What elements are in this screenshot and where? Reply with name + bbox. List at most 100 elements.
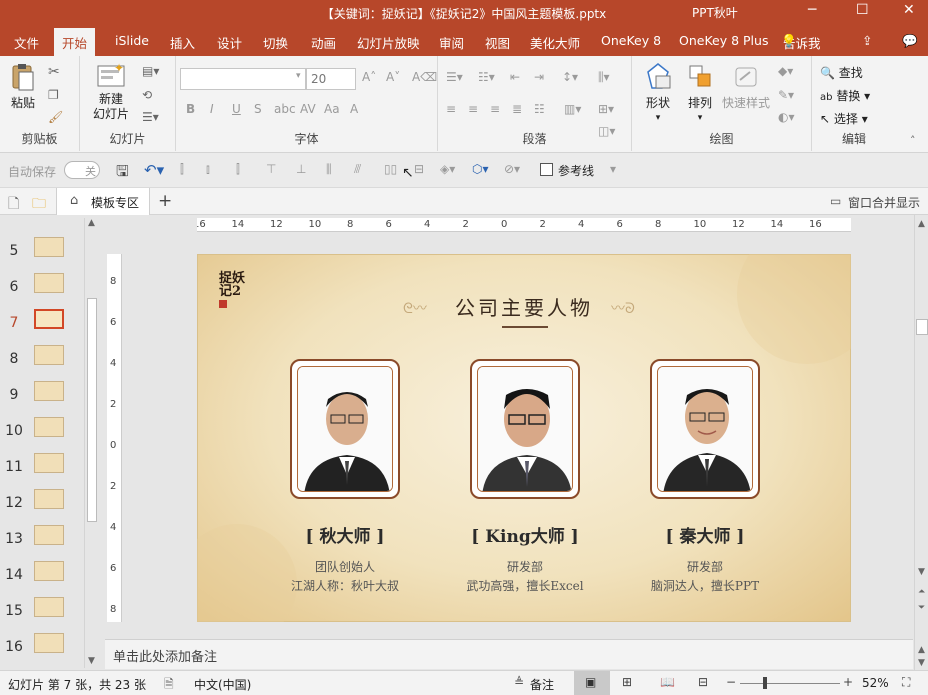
shapes-button[interactable]: 形状 ▾	[638, 62, 678, 126]
add-tab-button[interactable]: +	[158, 191, 172, 211]
person-name[interactable]: [ King大师 ]	[445, 522, 605, 547]
find-button[interactable]: 🔍 查找	[820, 64, 863, 81]
justify-icon[interactable]: ≣	[512, 102, 522, 116]
collapse-ribbon-icon[interactable]: ˄	[910, 134, 916, 147]
shape-fill-icon[interactable]: ◆▾	[778, 64, 793, 78]
shape-effects-icon[interactable]: ◐▾	[778, 110, 795, 124]
section-icon[interactable]: ☰▾	[142, 110, 159, 124]
language-indicator[interactable]: 中文(中国)	[194, 676, 251, 693]
previous-slide-icon[interactable]: ⏶	[918, 587, 925, 597]
thumbnail-scrollbar[interactable]: ▲ ▼	[84, 218, 98, 668]
font-format-button-4[interactable]: abc	[274, 102, 296, 116]
minimize-button[interactable]: ─	[808, 2, 816, 18]
line-spacing-icon[interactable]: ↕▾	[562, 70, 578, 84]
align-top-objects-icon[interactable]: ⊤	[266, 162, 276, 176]
distribute-v-icon[interactable]: ⫻	[354, 162, 361, 177]
numbering-icon[interactable]: ☷▾	[478, 70, 495, 84]
zoom-out-button[interactable]: −	[726, 675, 736, 689]
columns-icon[interactable]: ▥▾	[564, 102, 581, 116]
zoom-slider-thumb[interactable]	[763, 677, 767, 689]
tab-0[interactable]: 文件	[14, 33, 39, 52]
tab-7[interactable]: 幻灯片放映	[357, 33, 420, 52]
cut-icon[interactable]: ✂	[48, 64, 60, 80]
decrease-indent-icon[interactable]: ⇤	[510, 70, 520, 84]
align-left-icon[interactable]: ≡	[446, 102, 456, 116]
tab-9[interactable]: 视图	[485, 33, 510, 52]
tab-2[interactable]: iSlide	[115, 33, 149, 48]
tab-11[interactable]: OneKey 8	[601, 33, 661, 48]
layout-icon[interactable]: ▤▾	[142, 64, 159, 78]
font-name-field[interactable]	[180, 68, 306, 90]
scroll-up-icon[interactable]: ▲	[88, 218, 95, 228]
align-right-icon[interactable]: ≡	[490, 102, 500, 116]
zoom-in-button[interactable]: +	[843, 675, 853, 689]
guides-checkbox[interactable]	[540, 163, 553, 176]
reset-icon[interactable]: ⟲	[142, 88, 152, 102]
customize-qat-icon[interactable]: ▾	[610, 162, 616, 176]
align-text-icon[interactable]: ⊞▾	[598, 102, 614, 116]
reading-view-icon[interactable]: 📖	[660, 675, 675, 689]
new-doc-icon[interactable]: 🗋	[8, 193, 19, 217]
grow-font-icon[interactable]: A˄	[362, 70, 376, 84]
folder-icon[interactable]: 🗀	[32, 193, 46, 217]
window-merge-label[interactable]: 窗口合并显示	[848, 194, 920, 211]
notes-scroll-up-icon[interactable]: ▲	[918, 645, 925, 655]
user-name[interactable]: PPT秋叶	[692, 4, 738, 21]
window-merge-icon[interactable]: ▭	[830, 194, 841, 208]
next-slide-icon[interactable]: ⏷	[918, 603, 925, 613]
person-name[interactable]: [ 秦大师 ]	[625, 522, 785, 547]
autosave-toggle[interactable]: 关	[64, 161, 100, 179]
undo-icon[interactable]: ↶▾	[144, 161, 164, 179]
slideshow-icon[interactable]: ⊟	[698, 675, 708, 689]
font-format-button-5[interactable]: AV	[300, 102, 316, 116]
save-icon[interactable]: 🖫	[116, 161, 129, 186]
quick-styles-button[interactable]: 快速样式	[720, 62, 772, 111]
align-center-icon[interactable]: ≡	[468, 102, 478, 116]
font-format-button-7[interactable]: A	[350, 102, 358, 116]
zoom-level[interactable]: 52%	[862, 676, 889, 690]
distribute-h-icon[interactable]: ⫼	[326, 162, 332, 177]
maximize-button[interactable]: ☐	[856, 2, 869, 18]
clear-format-icon[interactable]: A⌫	[412, 70, 437, 84]
comments-icon[interactable]: 💬	[902, 33, 918, 49]
thumbnail-scroll-thumb[interactable]	[87, 298, 97, 522]
editor-scroll-up-icon[interactable]: ▲	[918, 219, 925, 229]
font-format-button-2[interactable]: U	[232, 102, 241, 116]
tab-12[interactable]: OneKey 8 Plus	[679, 33, 768, 48]
align-center-objects-icon[interactable]: ⫾	[206, 162, 210, 177]
scroll-down-icon[interactable]: ▼	[88, 656, 95, 666]
share-icon[interactable]: ⇪	[862, 33, 872, 48]
font-size-field[interactable]: 20	[306, 68, 356, 90]
editor-scroll-down-icon[interactable]: ▼	[918, 567, 925, 577]
person-name[interactable]: [ 秋大师 ]	[265, 522, 425, 547]
close-button[interactable]: ✕	[903, 2, 915, 18]
replace-button[interactable]: ab 替换 ▾	[820, 87, 870, 104]
increase-indent-icon[interactable]: ⇥	[534, 70, 544, 84]
align-middle-objects-icon[interactable]: ⊥	[296, 162, 306, 176]
font-format-button-6[interactable]: Aa	[324, 102, 340, 116]
tab-8[interactable]: 审阅	[439, 33, 464, 52]
slide-sorter-icon[interactable]: ⊞	[622, 675, 632, 689]
editor-scrollbar[interactable]: ▲ ▼ ⏶ ⏷ ▲ ▼	[914, 215, 928, 670]
tab-6[interactable]: 动画	[311, 33, 336, 52]
portrait-frame[interactable]	[290, 359, 400, 499]
spellcheck-icon[interactable]: 🗎	[164, 675, 174, 695]
shape-fill-qat-icon[interactable]: ◈▾	[440, 162, 455, 176]
font-format-button-0[interactable]: B	[186, 102, 195, 116]
tab-1[interactable]: 开始	[54, 28, 96, 56]
format-painter-icon[interactable]: 🖌	[48, 110, 63, 124]
notes-toggle-button[interactable]: 备注	[530, 676, 554, 693]
editor-scroll-thumb[interactable]	[916, 319, 928, 335]
portrait-frame[interactable]	[650, 359, 760, 499]
copy-icon[interactable]: ❐	[48, 88, 59, 102]
shape-outline-qat-icon[interactable]: ⬡▾	[472, 162, 489, 176]
text-direction-icon[interactable]: ⫼▾	[598, 70, 610, 85]
slide-canvas[interactable]: 捉妖记2 ᘓ〰 公司主要人物 〰ᘐ [ 秋大师 ] 团队创始人 江湖人称：秋叶大…	[197, 254, 851, 622]
tab-3[interactable]: 插入	[170, 33, 195, 52]
zoom-slider-track[interactable]	[740, 683, 840, 684]
tab-5[interactable]: 切换	[263, 33, 288, 52]
arrange-button[interactable]: 排列 ▾	[680, 62, 720, 126]
notes-pane[interactable]: 单击此处添加备注	[105, 639, 913, 669]
tab-10[interactable]: 美化大师	[530, 33, 580, 52]
align-left-objects-icon[interactable]: ⫿	[180, 162, 184, 177]
